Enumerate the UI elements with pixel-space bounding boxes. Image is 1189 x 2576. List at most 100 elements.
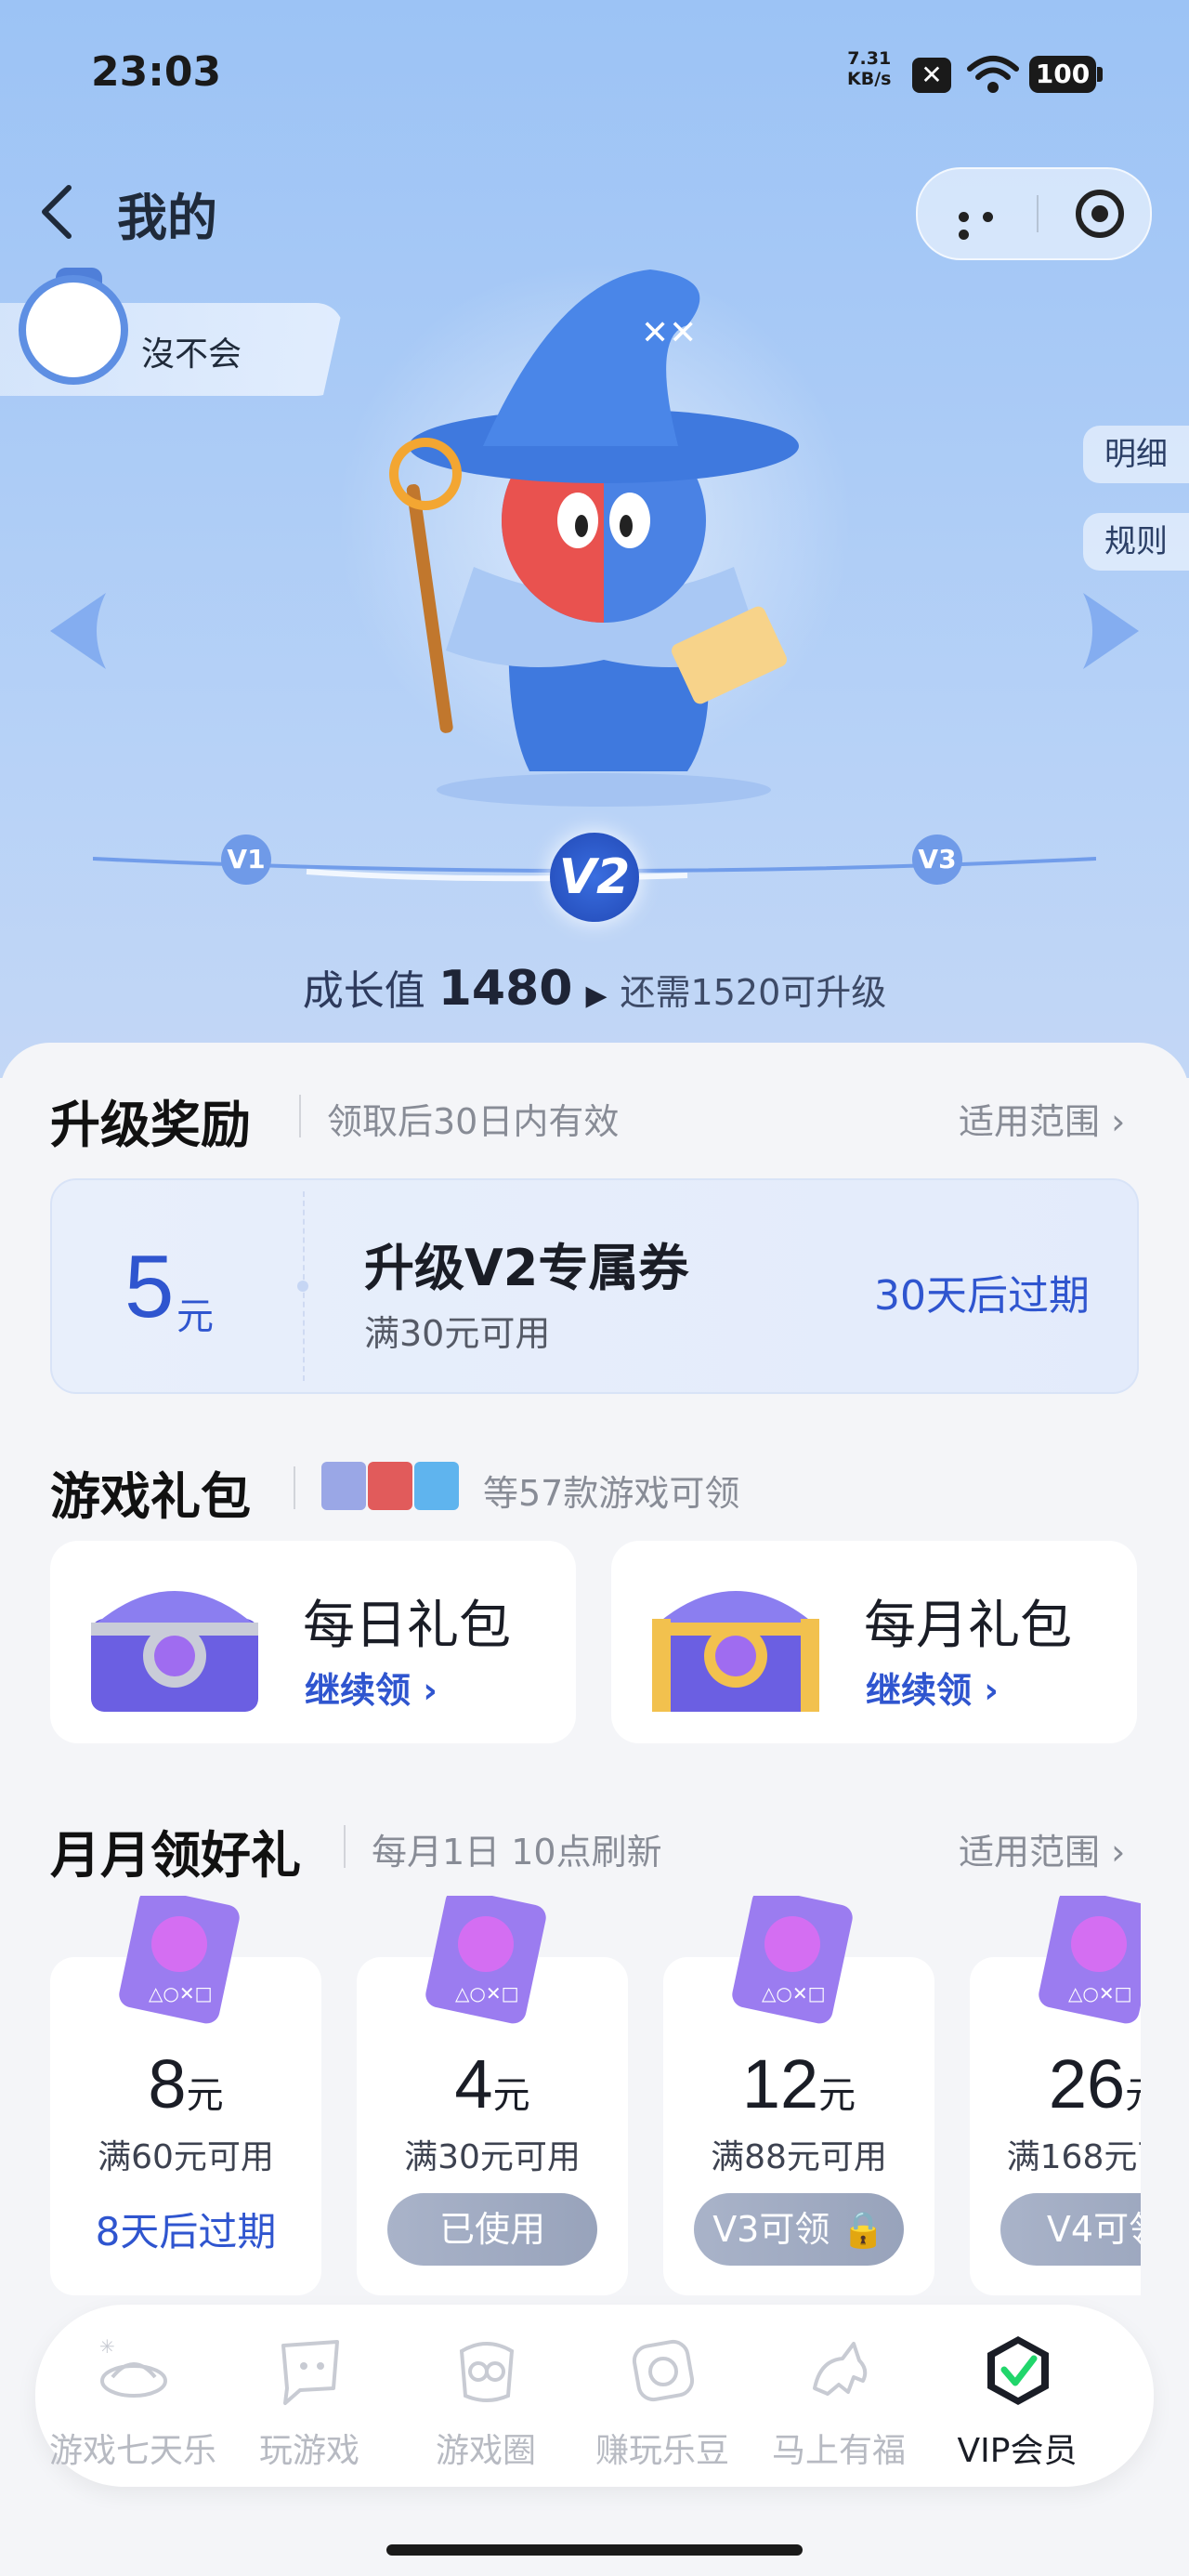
game-bubble-icon [281,2340,339,2405]
game-thumbnails-icon [321,1462,459,1510]
game-gifts-title: 游戏礼包 [50,1467,251,1526]
monthly-coupon-condition: 满30元可用 [404,2138,581,2176]
svg-text:△○✕□: △○✕□ [455,1982,519,2004]
monthly-gift-action[interactable]: 继续领 › [866,1662,999,1713]
bean-icon [632,2339,695,2402]
svg-text:△○✕□: △○✕□ [149,1982,213,2004]
coupon-condition: 满30元可用 [364,1313,551,1354]
upgrade-reward-subtitle: 领取后30日内有效 [327,1101,620,1142]
game-circle-icon [459,2342,515,2402]
monthly-coupon-amount-row: 4元 [357,2044,628,2123]
tab-earn-beans[interactable]: 赚玩乐豆 [574,2305,751,2487]
rules-button[interactable]: 规则 [1083,513,1189,571]
username: 沒不会 [141,335,242,374]
monthly-gift-name: 每月礼包 [864,1596,1072,1656]
monthly-coupon-card[interactable]: △○✕□ 8元 满60元可用 8天后过期 [50,1896,321,2295]
tab-game-seven-days[interactable]: ✳ 游戏七天乐 [45,2305,221,2487]
upgrade-scope-label: 适用范围 [959,1101,1101,1142]
monthly-coupon-amount: 8 [148,2045,187,2123]
growth-value-row[interactable]: 成长值 1480 ▶ 还需1520可升级 [0,957,1189,1017]
mini-program-capsule [916,167,1152,260]
level-badge-v2-current: V2 [550,833,639,922]
monthly-coupon-amount: 26 [1048,2045,1126,2123]
coupon-ticket-icon: △○✕□ [119,1896,240,2024]
monthly-coupon-card[interactable]: △○✕□ 4元 满30元可用 已使用 [357,1896,628,2295]
growth-label: 成长值 [302,967,425,1015]
tab-vip-member[interactable]: VIP会员 [929,2305,1105,2487]
chevron-right-icon: › [984,1670,999,1711]
monthly-gift-action-label: 继续领 [866,1670,973,1711]
monthly-coupon-unit: 元 [818,2074,856,2117]
level-badge-v1: V1 [221,835,271,885]
monthly-coupon-amount-row: 12元 [663,2044,934,2123]
detail-button[interactable]: 明细 [1083,426,1189,483]
battery-indicator: 100 [1029,56,1103,93]
tab-label: 玩游戏 [258,2432,359,2470]
coupon-amount: 5 [124,1237,175,1336]
upgrade-coupon-card[interactable]: 5 元 升级V2专属券 满30元可用 30天后过期 [50,1178,1139,1394]
monthly-gift-card[interactable]: 每月礼包 继续领 › [611,1541,1137,1743]
monthly-coupon-unit: 元 [492,2074,530,2117]
status-bar: 23:03 7.31 KB/s ✕ 100 [0,0,1189,139]
network-speed-value: 7.31 [847,48,892,69]
game-gifts-subtitle: 等57款游戏可领 [483,1473,740,1514]
monthly-coupon-card[interactable]: △○✕□ 12元 满88元可用 V3可领 🔒 [663,1896,934,2295]
network-speed-unit: KB/s [847,69,892,89]
monthly-coupon-amount: 4 [454,2045,493,2123]
next-level-arrow-icon[interactable] [1078,589,1148,673]
close-target-icon[interactable] [1076,190,1124,238]
capsule-divider [1037,195,1039,232]
daily-gift-action[interactable]: 继续领 › [305,1662,438,1713]
home-indicator[interactable] [386,2544,803,2556]
prev-level-arrow-icon[interactable] [41,589,111,673]
daily-gift-card[interactable]: 每日礼包 继续领 › [50,1541,576,1743]
status-time: 23:03 [91,48,222,96]
monthly-coupon-scroller[interactable]: △○✕□ 8元 满60元可用 8天后过期 △○✕□ 4元 满30元可用 已使用 … [0,1896,1141,2305]
play-arrow-icon: ▶ [585,979,608,1012]
monthly-scope-link[interactable]: 适用范围 › [959,1823,1125,1874]
used-button[interactable]: 已使用 [387,2193,597,2266]
monthly-coupon-unit: 元 [1125,2074,1141,2117]
daily-gift-action-label: 继续领 [305,1670,412,1711]
monthly-coupon-amount-row: 8元 [50,2044,321,2123]
monthly-coupon-card[interactable]: △○✕□ 26元 满168元可用 V4可领 [970,1896,1141,2295]
daily-gift-name: 每日礼包 [303,1596,511,1656]
horse-icon [813,2342,868,2396]
section-divider [299,1095,301,1137]
tab-play-games[interactable]: 玩游戏 [221,2305,398,2487]
avatar[interactable] [19,275,128,385]
coupon-ticket-icon: △○✕□ [732,1896,853,2024]
coupon-ticket-icon: △○✕□ [1039,1896,1141,2024]
coupon-ticket-icon: △○✕□ [425,1896,546,2024]
svg-text:△○✕□: △○✕□ [1068,1982,1132,2004]
monthly-coupon-amount: 12 [741,2045,819,2123]
monthly-gifts-title: 月月领好礼 [50,1826,301,1885]
upgrade-scope-link[interactable]: 适用范围 › [959,1093,1125,1144]
locked-claim-button[interactable]: V4可领 [1000,2193,1141,2266]
upgrade-reward-title: 升级奖励 [50,1096,251,1154]
monthly-coupon-condition: 满168元可用 [1006,2138,1141,2176]
tab-game-circle[interactable]: 游戏圈 [398,2305,574,2487]
back-icon[interactable] [37,182,74,242]
network-speed: 7.31 KB/s [847,48,891,89]
locked-claim-label: V3可领 [712,2209,830,2250]
tab-fortune[interactable]: 马上有福 [751,2305,927,2487]
daily-chest-icon [91,1591,258,1712]
locked-claim-button[interactable]: V3可领 🔒 [694,2193,904,2266]
svg-text:✳: ✳ [99,2335,115,2358]
level-badge-v3: V3 [912,835,962,885]
monthly-coupon-expiry: 8天后过期 [95,2209,277,2254]
sim-disabled-icon: ✕ [912,58,951,93]
ingot-icon: ✳ [99,2335,167,2398]
monthly-scope-label: 适用范围 [959,1832,1101,1873]
more-icon[interactable] [959,208,1020,240]
page-title: 我的 [117,189,217,247]
coupon-dot [297,1281,308,1292]
tab-label: 赚玩乐豆 [594,2432,729,2470]
monthly-chest-icon [652,1591,819,1712]
coupon-unit: 元 [176,1295,214,1338]
wizard-mascot-icon: ✕✕ [389,269,799,807]
growth-need: 还需1520可升级 [620,972,887,1013]
section-divider [344,1825,346,1868]
svg-text:△○✕□: △○✕□ [762,1982,826,2004]
